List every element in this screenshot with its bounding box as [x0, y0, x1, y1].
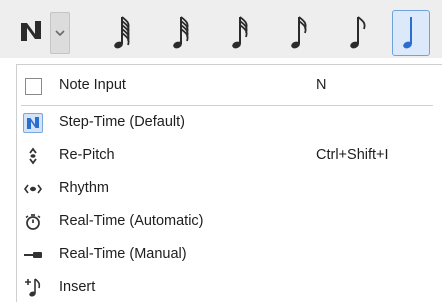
- menu-item-label: Re-Pitch: [59, 147, 115, 163]
- 64th-note-icon: [173, 16, 189, 49]
- menu-item-step-time[interactable]: Step-Time (Default): [17, 106, 442, 140]
- note-input-toolbar: [0, 0, 442, 58]
- menu-item-shortcut: N: [316, 77, 327, 93]
- chevron-down-icon: [55, 24, 65, 42]
- menu-item-label: Note Input: [59, 77, 126, 93]
- repitch-icon: [23, 146, 43, 166]
- menu-item-real-time-manual[interactable]: Real-Time (Manual): [17, 238, 442, 272]
- insert-note-icon: [23, 278, 43, 298]
- 32nd-note-button[interactable]: [221, 10, 259, 56]
- 128th-note-icon: [114, 16, 130, 49]
- manual-input-icon: [23, 245, 43, 265]
- menu-item-label: Insert: [59, 279, 96, 295]
- eighth-note-button[interactable]: [339, 10, 377, 56]
- 16th-note-icon: [291, 16, 307, 49]
- menu-item-rhythm[interactable]: Rhythm: [17, 172, 442, 206]
- 128th-note-button[interactable]: [103, 10, 141, 56]
- menu-item-label: Real-Time (Automatic): [59, 213, 204, 229]
- step-time-note-icon[interactable]: [14, 14, 48, 48]
- 32nd-note-icon: [232, 16, 248, 49]
- menu-item-label: Real-Time (Manual): [59, 246, 187, 262]
- step-time-icon: [23, 113, 43, 133]
- menu-item-re-pitch[interactable]: Re-Pitch Ctrl+Shift+I: [17, 139, 442, 173]
- menu-item-shortcut: Ctrl+Shift+I: [316, 147, 389, 163]
- note-input-checkbox[interactable]: [23, 76, 43, 96]
- eighth-note-icon: [350, 16, 366, 49]
- rhythm-icon: [23, 179, 43, 199]
- note-input-mode-menu: Note Input N Step-Time (Default) Re-Pitc…: [16, 64, 442, 302]
- 64th-note-button[interactable]: [162, 10, 200, 56]
- menu-item-label: Step-Time (Default): [59, 114, 185, 130]
- stopwatch-icon: [23, 212, 43, 232]
- quarter-note-icon: [403, 17, 412, 49]
- menu-item-note-input[interactable]: Note Input N: [17, 69, 442, 103]
- 16th-note-button[interactable]: [280, 10, 318, 56]
- quarter-note-button[interactable]: [392, 10, 430, 56]
- mode-dropdown-button[interactable]: [50, 12, 70, 54]
- menu-item-insert[interactable]: Insert: [17, 271, 442, 302]
- menu-item-real-time-automatic[interactable]: Real-Time (Automatic): [17, 205, 442, 239]
- menu-item-label: Rhythm: [59, 180, 109, 196]
